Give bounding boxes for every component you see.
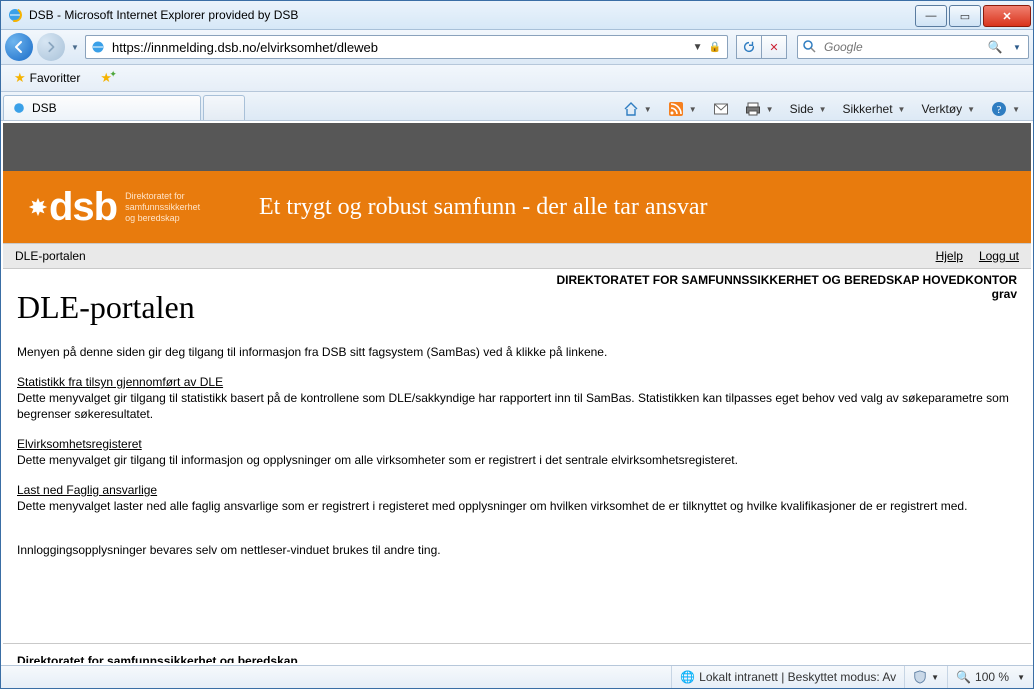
favorites-label: Favoritter (30, 71, 81, 85)
status-bar: 🌐 Lokalt intranett | Beskyttet modus: Av… (1, 665, 1033, 688)
link-lastned[interactable]: Last ned Faglig ansvarlige (17, 483, 157, 497)
address-dropdown-icon[interactable]: ▼ (693, 42, 703, 53)
stop-button[interactable]: ✕ (762, 35, 787, 59)
logout-link[interactable]: Logg ut (979, 249, 1019, 263)
nav-history-dropdown[interactable]: ▼ (69, 33, 81, 61)
shield-icon (913, 670, 927, 684)
page-body: DIREKTORATET FOR SAMFUNNSSIKKERHET OG BE… (3, 269, 1031, 643)
tab-row: DSB ▼ ▼ ▼ Side▼ Sikkerhet▼ Verktøy▼ ?▼ (1, 92, 1033, 121)
print-button[interactable]: ▼ (738, 98, 781, 120)
lock-icon[interactable]: 🔒 (709, 42, 721, 53)
command-bar: ▼ ▼ ▼ Side▼ Sikkerhet▼ Verktøy▼ ?▼ (245, 98, 1033, 120)
tab-title: DSB (32, 101, 57, 115)
browser-window: DSB - Microsoft Internet Explorer provid… (0, 0, 1034, 689)
search-box[interactable]: 🔍 ▼ (797, 35, 1029, 59)
search-provider-icon (802, 39, 818, 55)
search-go-button[interactable]: 🔍 (984, 40, 1006, 54)
navigation-bar: ▼ ▼ 🔒 ✕ 🔍 ▼ (1, 30, 1033, 65)
home-button[interactable]: ▼ (616, 98, 659, 120)
svg-text:?: ? (997, 104, 1002, 116)
forward-button[interactable] (37, 33, 65, 61)
favorites-bar: ★ Favoritter ★✦ (1, 65, 1033, 92)
header-banner: dsb Direktoratet for samfunnssikkerhet o… (3, 171, 1031, 243)
section-lastned: Last ned Faglig ansvarlige Dette menyval… (17, 482, 1017, 514)
top-dark-strip (3, 123, 1031, 171)
minimize-button[interactable]: ― (915, 5, 947, 27)
note-text: Innloggingsopplysninger bevares selv om … (17, 542, 1017, 558)
breadcrumb: DLE-portalen (15, 249, 86, 263)
intro-text: Menyen på denne siden gir deg tilgang ti… (17, 344, 1017, 360)
link-statistikk[interactable]: Statistikk fra tilsyn gjennomført av DLE (17, 375, 223, 389)
logo-text: dsb (49, 185, 117, 230)
address-bar[interactable]: ▼ 🔒 (85, 35, 728, 59)
help-link[interactable]: Hjelp (936, 249, 963, 263)
page: dsb Direktoratet for samfunnssikkerhet o… (3, 123, 1031, 665)
search-dropdown-icon[interactable]: ▼ (1006, 43, 1028, 52)
status-empty (1, 666, 671, 688)
help-button[interactable]: ?▼ (984, 98, 1027, 120)
favorites-button[interactable]: ★ Favoritter (7, 67, 87, 89)
status-zone[interactable]: 🌐 Lokalt intranett | Beskyttet modus: Av (671, 666, 904, 688)
sub-header: DLE-portalen Hjelp Logg ut (3, 243, 1031, 269)
refresh-button[interactable] (736, 35, 762, 59)
address-trail: ▼ 🔒 (687, 42, 727, 53)
zoom-icon: 🔍 (956, 670, 971, 684)
window-title: DSB - Microsoft Internet Explorer provid… (29, 8, 915, 22)
search-input[interactable] (822, 39, 984, 55)
star-icon: ★ (14, 70, 26, 86)
status-zoom[interactable]: 🔍 100 % ▼ (947, 666, 1033, 688)
status-protected-mode-dropdown[interactable]: ▼ (904, 666, 947, 688)
page-menu[interactable]: Side▼ (783, 99, 834, 119)
tools-menu[interactable]: Verktøy▼ (914, 99, 982, 119)
logo: dsb Direktoratet for samfunnssikkerhet o… (3, 171, 235, 243)
section-elvirksomhet: Elvirksomhetsregisteret Dette menyvalget… (17, 436, 1017, 468)
page-footer: Direktoratet for samfunnssikkerhet og be… (3, 643, 1031, 665)
read-mail-button[interactable] (706, 98, 736, 120)
ie-icon (7, 7, 23, 23)
page-icon (90, 39, 106, 55)
logo-mark-icon (27, 196, 49, 218)
refresh-stop-group: ✕ (736, 35, 787, 59)
close-button[interactable]: ✕ (983, 5, 1031, 27)
content-viewport: dsb Direktoratet for samfunnssikkerhet o… (1, 121, 1033, 665)
ie-icon (12, 101, 26, 115)
tab-active[interactable]: DSB (3, 95, 201, 120)
window-buttons: ― ▭ ✕ (915, 3, 1033, 27)
footer-org: Direktoratet for samfunnssikkerhet og be… (17, 654, 1017, 665)
link-elvirksomhet[interactable]: Elvirksomhetsregisteret (17, 437, 142, 451)
url-input[interactable] (110, 37, 687, 57)
star-icon: ★✦ (100, 70, 112, 86)
titlebar: DSB - Microsoft Internet Explorer provid… (1, 1, 1033, 30)
feeds-button[interactable]: ▼ (661, 98, 704, 120)
back-button[interactable] (5, 33, 33, 61)
safety-menu[interactable]: Sikkerhet▼ (836, 99, 913, 119)
new-tab-button[interactable] (203, 95, 245, 120)
maximize-button[interactable]: ▭ (949, 5, 981, 27)
agency-label: DIREKTORATET FOR SAMFUNNSSIKKERHET OG BE… (557, 273, 1017, 301)
section-statistikk: Statistikk fra tilsyn gjennomført av DLE… (17, 374, 1017, 422)
add-favorite-button[interactable]: ★✦ (93, 67, 119, 89)
slogan: Et trygt og robust samfunn - der alle ta… (259, 194, 708, 221)
logo-subtext: Direktoratet for samfunnssikkerhet og be… (125, 191, 200, 224)
globe-icon: 🌐 (680, 670, 695, 684)
